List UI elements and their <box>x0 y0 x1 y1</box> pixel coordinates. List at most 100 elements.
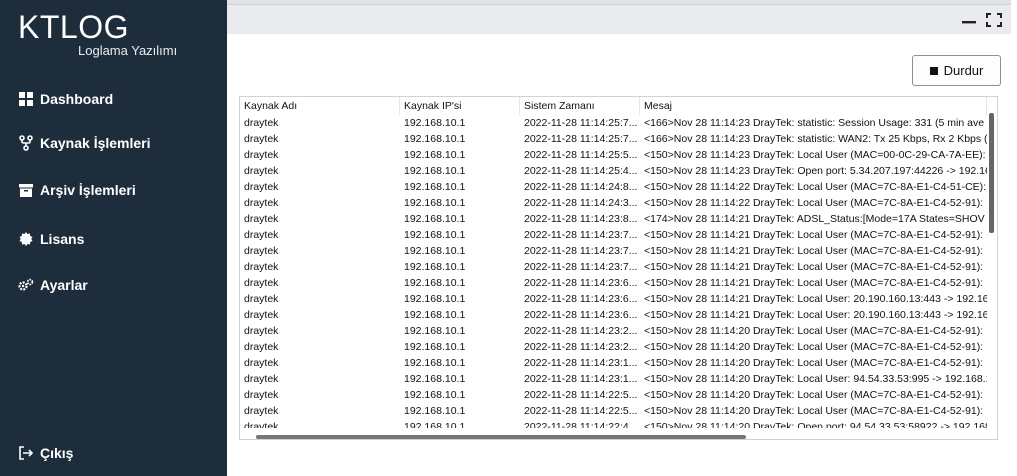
table-cell: <150>Nov 28 11:14:21 DrayTek: Local User… <box>644 229 987 241</box>
table-cell: draytek <box>244 309 279 321</box>
certificate-icon <box>18 231 34 247</box>
table-cell: 2022-11-28 11:14:23:2... <box>524 341 638 353</box>
table-row[interactable]: draytek 192.168.10.1 2022-11-28 11:14:23:1… <box>240 355 987 371</box>
table-row[interactable]: draytek 192.168.10.1 2022-11-28 11:14:23:1… <box>240 371 987 387</box>
sidebar-item-arsiv[interactable]: Arşiv İşlemleri <box>18 178 136 202</box>
sidebar-item-label: Lisans <box>40 231 85 247</box>
table-cell: draytek <box>244 245 279 257</box>
table-cell: draytek <box>244 165 279 177</box>
table-row[interactable]: draytek 192.168.10.1 2022-11-28 11:14:22:4… <box>240 419 987 428</box>
table-cell: <150>Nov 28 11:14:20 DrayTek: Open port:… <box>644 421 987 428</box>
vertical-scroll-thumb[interactable] <box>989 113 994 233</box>
table-cell: 192.168.10.1 <box>404 149 466 161</box>
table-cell: <150>Nov 28 11:14:20 DrayTek: Local User… <box>644 357 987 369</box>
table-cell: <150>Nov 28 11:14:23 DrayTek: Open port:… <box>644 165 987 177</box>
table-cell: 192.168.10.1 <box>404 405 466 417</box>
table-cell: 192.168.10.1 <box>404 261 466 273</box>
table-cell: 192.168.10.1 <box>404 229 466 241</box>
sidebar-item-label: Dashboard <box>40 91 114 107</box>
table-cell: draytek <box>244 277 279 289</box>
table-cell: 2022-11-28 11:14:23:1... <box>524 357 638 369</box>
table-cell: draytek <box>244 373 279 385</box>
table-row[interactable]: draytek 192.168.10.1 2022-11-28 11:14:24:3… <box>240 195 987 211</box>
sidebar-item-ayarlar[interactable]: Ayarlar <box>18 273 88 297</box>
expand-icon <box>986 13 1002 27</box>
table-row[interactable]: draytek 192.168.10.1 2022-11-28 11:14:23:2… <box>240 339 987 355</box>
table-cell: 2022-11-28 11:14:23:6... <box>524 309 638 321</box>
sign-out-icon <box>18 445 34 461</box>
column-header-system-time[interactable]: Sistem Zamanı <box>520 97 640 115</box>
log-table[interactable]: Kaynak Adı Kaynak IP'si Sistem Zamanı Me… <box>239 96 998 440</box>
stop-button[interactable]: Durdur <box>912 55 1001 86</box>
window-edge <box>1011 0 1017 476</box>
sidebar-item-kaynak[interactable]: Kaynak İşlemleri <box>18 131 151 155</box>
table-cell: 2022-11-28 11:14:23:7... <box>524 261 638 273</box>
table-cell: <150>Nov 28 11:14:21 DrayTek: Local User… <box>644 293 987 305</box>
table-cell: 2022-11-28 11:14:25:7... <box>524 117 638 129</box>
table-cell: 192.168.10.1 <box>404 389 466 401</box>
table-cell: 2022-11-28 11:14:23:6... <box>524 277 638 289</box>
table-cell: 192.168.10.1 <box>404 325 466 337</box>
table-row[interactable]: draytek 192.168.10.1 2022-11-28 11:14:23:6… <box>240 275 987 291</box>
table-cell: 192.168.10.1 <box>404 165 466 177</box>
table-row[interactable]: draytek 192.168.10.1 2022-11-28 11:14:24:8… <box>240 179 987 195</box>
table-row[interactable]: draytek 192.168.10.1 2022-11-28 11:14:22:5… <box>240 403 987 419</box>
table-cell: <174>Nov 28 11:14:21 DrayTek: ADSL_Statu… <box>644 213 985 225</box>
app-title: KTLOG <box>18 9 129 45</box>
table-cell: <150>Nov 28 11:14:20 DrayTek: Local User… <box>644 405 987 417</box>
table-cell: <150>Nov 28 11:14:22 DrayTek: Local User… <box>644 181 987 193</box>
table-cell: draytek <box>244 181 279 193</box>
logout-button[interactable]: Çıkış <box>18 441 73 465</box>
column-header-source-ip[interactable]: Kaynak IP'si <box>400 97 520 115</box>
column-header-message[interactable]: Mesaj <box>640 97 987 115</box>
table-row[interactable]: draytek 192.168.10.1 2022-11-28 11:14:25:4… <box>240 163 987 179</box>
table-cell: draytek <box>244 133 279 145</box>
table-cell: 192.168.10.1 <box>404 197 466 209</box>
table-cell: 2022-11-28 11:14:25:4... <box>524 165 638 177</box>
table-cell: 2022-11-28 11:14:23:7... <box>524 245 638 257</box>
table-cell: draytek <box>244 421 279 428</box>
table-cell: 192.168.10.1 <box>404 213 466 225</box>
table-cell: draytek <box>244 149 279 161</box>
table-cell: 192.168.10.1 <box>404 277 466 289</box>
table-cell: 2022-11-28 11:14:23:8... <box>524 213 638 225</box>
table-cell: <150>Nov 28 11:14:22 DrayTek: Local User… <box>644 197 987 209</box>
sidebar-item-lisans[interactable]: Lisans <box>18 227 84 251</box>
maximize-button[interactable] <box>983 11 1005 29</box>
table-row[interactable]: draytek 192.168.10.1 2022-11-28 11:14:25:7… <box>240 115 987 131</box>
sidebar-item-label: Arşiv İşlemleri <box>40 182 136 198</box>
archive-icon <box>18 182 34 198</box>
table-cell: 2022-11-28 11:14:23:2... <box>524 325 638 337</box>
sidebar-item-dashboard[interactable]: Dashboard <box>18 87 113 111</box>
minimize-button[interactable] <box>959 11 981 29</box>
minimize-icon <box>962 21 976 24</box>
table-row[interactable]: draytek 192.168.10.1 2022-11-28 11:14:23:7… <box>240 259 987 275</box>
table-cell: 192.168.10.1 <box>404 309 466 321</box>
table-cell: draytek <box>244 261 279 273</box>
table-row[interactable]: draytek 192.168.10.1 2022-11-28 11:14:22:5… <box>240 387 987 403</box>
table-row[interactable]: draytek 192.168.10.1 2022-11-28 11:14:23:6… <box>240 291 987 307</box>
table-cell: <166>Nov 28 11:14:23 DrayTek: statistic:… <box>644 117 985 129</box>
title-bar <box>227 4 1017 34</box>
table-row[interactable]: draytek 192.168.10.1 2022-11-28 11:14:23:8… <box>240 211 987 227</box>
table-cell: 2022-11-28 11:14:25:7... <box>524 133 638 145</box>
table-cell: <150>Nov 28 11:14:20 DrayTek: Local User… <box>644 373 987 385</box>
table-cell: 192.168.10.1 <box>404 357 466 369</box>
horizontal-scrollbar[interactable] <box>256 434 986 439</box>
table-row[interactable]: draytek 192.168.10.1 2022-11-28 11:14:23:7… <box>240 243 987 259</box>
table-cell: draytek <box>244 293 279 305</box>
vertical-scrollbar[interactable] <box>988 113 996 433</box>
table-row[interactable]: draytek 192.168.10.1 2022-11-28 11:14:23:2… <box>240 323 987 339</box>
table-row[interactable]: draytek 192.168.10.1 2022-11-28 11:14:25:7… <box>240 131 987 147</box>
table-cell: 192.168.10.1 <box>404 117 466 129</box>
log-table-body: Kaynak Adı Kaynak IP'si Sistem Zamanı Me… <box>240 97 987 428</box>
column-header-source-name[interactable]: Kaynak Adı <box>240 97 400 115</box>
sidebar-item-label: Kaynak İşlemleri <box>40 135 151 151</box>
table-cell: draytek <box>244 389 279 401</box>
table-row[interactable]: draytek 192.168.10.1 2022-11-28 11:14:23:6… <box>240 307 987 323</box>
table-cell: 2022-11-28 11:14:24:3... <box>524 197 638 209</box>
table-row[interactable]: draytek 192.168.10.1 2022-11-28 11:14:23:7… <box>240 227 987 243</box>
table-row[interactable]: draytek 192.168.10.1 2022-11-28 11:14:25:5… <box>240 147 987 163</box>
table-cell: draytek <box>244 325 279 337</box>
horizontal-scroll-thumb[interactable] <box>256 435 746 439</box>
